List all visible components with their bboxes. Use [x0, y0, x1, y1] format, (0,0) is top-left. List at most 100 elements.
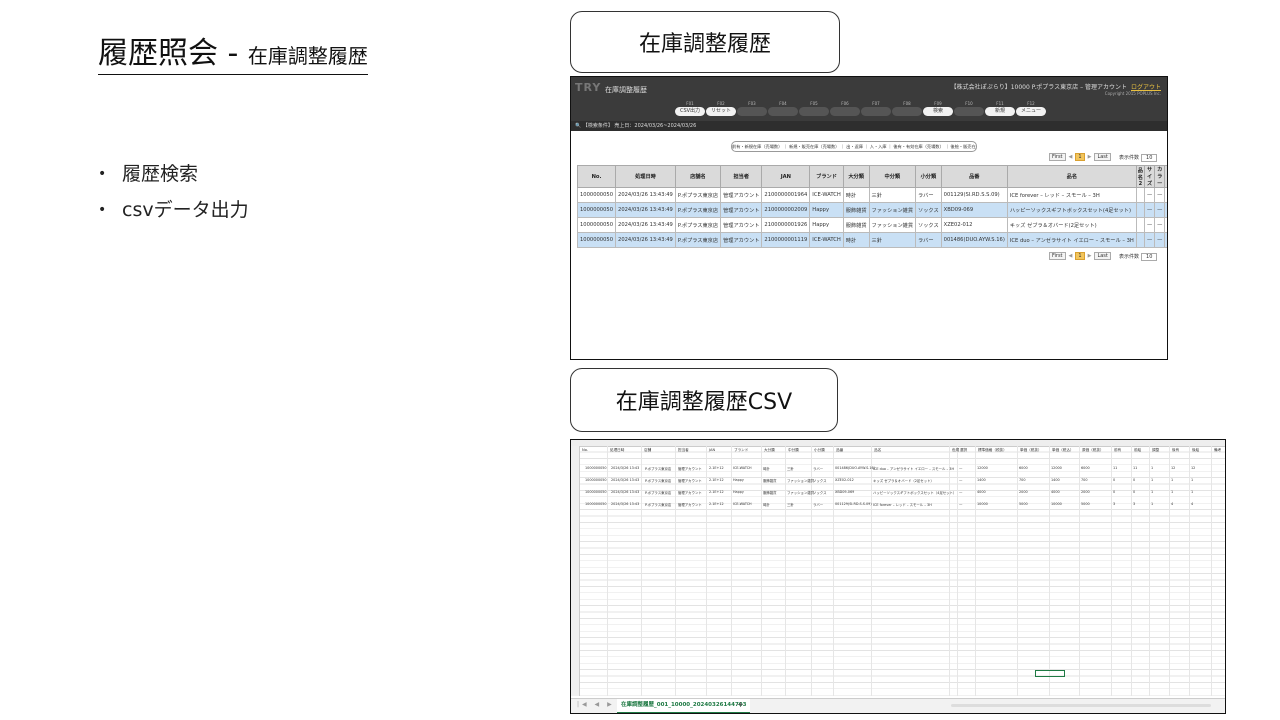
- sheet-header-cell[interactable]: 小分類: [814, 448, 825, 453]
- sheet-header-cell[interactable]: No.: [582, 448, 588, 452]
- sheet-cell[interactable]: 2.1E+12: [709, 466, 724, 470]
- sheet-cell[interactable]: ICE-WATCH: [733, 502, 752, 506]
- fkey-5[interactable]: F05: [799, 100, 829, 116]
- page-size-select[interactable]: 10: [1141, 154, 1158, 162]
- sheet-cell[interactable]: ソックス: [813, 490, 826, 495]
- page-size-select[interactable]: 10: [1141, 253, 1158, 261]
- sheet-cell[interactable]: 0: [1133, 490, 1135, 494]
- sheet-cell[interactable]: ファッション雑貨: [787, 490, 814, 495]
- fkey-button[interactable]: [861, 107, 891, 116]
- fkey-button[interactable]: [799, 107, 829, 116]
- sheet-tab[interactable]: 在庫調整履歴_001_10000_20240326144703: [617, 699, 751, 713]
- table-row[interactable]: 1000000050 2024/03/26 13:43:49 P.ポプラス東京店 管理…: [576, 187, 1167, 203]
- fkey-10[interactable]: F10: [954, 100, 984, 116]
- sheet-cell[interactable]: 1: [1151, 502, 1153, 506]
- sheet-cell[interactable]: 服飾雑貨: [763, 478, 777, 483]
- sheet-cell[interactable]: 2024/3/26 13:43: [611, 466, 639, 470]
- column-header[interactable]: 小分類: [915, 165, 942, 188]
- sheet-cell[interactable]: 管理アカウント: [678, 502, 702, 507]
- sheet-cell[interactable]: P.ポプラス東京店: [645, 502, 671, 507]
- sheet-cell[interactable]: 1: [1151, 490, 1153, 494]
- next-arrow-icon[interactable]: ▶: [1088, 154, 1092, 160]
- sheet-cell[interactable]: 6000: [1081, 466, 1090, 470]
- fkey-6[interactable]: F06: [830, 100, 860, 116]
- sheet-cell[interactable]: 時計: [763, 466, 770, 471]
- fkey-button[interactable]: [737, 107, 767, 116]
- sheet-header-cell[interactable]: 担当者: [678, 448, 689, 453]
- sheet-cell[interactable]: —: [959, 502, 962, 506]
- next-arrow-icon[interactable]: ▶: [1088, 253, 1092, 259]
- last-page-button[interactable]: Last: [1094, 252, 1111, 260]
- sheet-cell[interactable]: 管理アカウント: [678, 490, 702, 495]
- column-header[interactable]: 中分類: [868, 165, 917, 188]
- sheet-cell[interactable]: 1000000050: [585, 502, 607, 506]
- sheet-cell[interactable]: 12: [1171, 466, 1175, 470]
- sheet-cell[interactable]: 1: [1171, 478, 1173, 482]
- fkey-9[interactable]: F09 検索: [923, 100, 953, 116]
- table-row[interactable]: 1000000050 2024/03/26 13:43:49 P.ポプラス東京店 管理…: [576, 232, 1167, 248]
- sheet-cell[interactable]: 0: [1113, 490, 1115, 494]
- fkey-button[interactable]: [830, 107, 860, 116]
- logout-link[interactable]: ログアウト: [1131, 84, 1161, 91]
- sheet-cell[interactable]: 0: [1113, 478, 1115, 482]
- sheet-cell[interactable]: 1: [1171, 490, 1173, 494]
- fkey-button[interactable]: リセット: [706, 107, 736, 116]
- sheet-header-cell[interactable]: 前有: [1114, 448, 1121, 453]
- sheet-cell[interactable]: 6000: [1019, 466, 1028, 470]
- sheet-cell[interactable]: XBD09-069: [835, 490, 854, 494]
- sheet-cell[interactable]: P.ポプラス東京店: [645, 466, 671, 471]
- sheet-cell[interactable]: 001129(SI.RD.S.S.09): [835, 502, 872, 506]
- column-header[interactable]: 品名2: [1135, 165, 1145, 188]
- sheet-cell[interactable]: —: [959, 466, 962, 470]
- column-header[interactable]: 品名: [1006, 165, 1137, 188]
- table-row[interactable]: 1000000050 2024/03/26 13:43:49 P.ポプラス東京店 管理…: [576, 202, 1167, 218]
- sheet-cell[interactable]: 11: [1133, 466, 1137, 470]
- sheet-cell[interactable]: 10000: [1051, 502, 1062, 506]
- column-header[interactable]: カラー: [1154, 165, 1166, 188]
- cell-grid[interactable]: [571, 446, 1225, 696]
- column-header[interactable]: JAN: [761, 165, 811, 188]
- sheet-cell[interactable]: 管理アカウント: [678, 478, 702, 483]
- sheet-header-cell[interactable]: 前絵: [1134, 448, 1141, 453]
- sheet-cell[interactable]: ICE forever – レッド – スモール – 3H: [873, 502, 932, 507]
- sheet-cell[interactable]: 5000: [1019, 502, 1028, 506]
- sheet-cell[interactable]: 1000000050: [585, 466, 607, 470]
- sheet-header-cell[interactable]: 単価（税込）: [1052, 448, 1074, 453]
- sheet-cell[interactable]: 2024/3/26 13:43: [611, 502, 639, 506]
- prev-arrow-icon[interactable]: ◀: [1069, 253, 1073, 259]
- sheet-header-cell[interactable]: 調整: [1152, 448, 1159, 453]
- fkey-8[interactable]: F08: [892, 100, 922, 116]
- fkey-3[interactable]: F03: [737, 100, 767, 116]
- sheet-cell[interactable]: 4000: [1051, 490, 1060, 494]
- sheet-cell[interactable]: ソックス: [813, 478, 826, 483]
- sheet-cell[interactable]: 1000000050: [585, 490, 607, 494]
- column-header[interactable]: No.: [576, 165, 617, 188]
- sheet-header-cell[interactable]: 標準価格（税抜）: [978, 448, 1007, 453]
- sheet-cell[interactable]: ラバー: [813, 502, 823, 507]
- sheet-cell[interactable]: 3: [1113, 502, 1115, 506]
- sheet-cell[interactable]: 4: [1191, 502, 1193, 506]
- sheet-cell[interactable]: 11: [1113, 466, 1117, 470]
- sheet-cell[interactable]: —: [959, 490, 962, 494]
- sheet-cell[interactable]: 1400: [977, 478, 986, 482]
- fkey-button[interactable]: [954, 107, 984, 116]
- sheet-cell[interactable]: P.ポプラス東京店: [645, 478, 671, 483]
- sheet-cell[interactable]: ファッション雑貨: [787, 478, 814, 483]
- sheet-header-cell[interactable]: 選択: [960, 448, 967, 453]
- sheet-cell[interactable]: 時計: [763, 502, 770, 507]
- sheet-cell[interactable]: 1400: [1051, 478, 1060, 482]
- fkey-button[interactable]: 新規: [985, 107, 1015, 116]
- first-page-button[interactable]: First: [1049, 252, 1066, 260]
- add-sheet-icon[interactable]: +: [737, 700, 744, 709]
- sheet-cell[interactable]: 1: [1151, 466, 1153, 470]
- fkey-2[interactable]: F02 リセット: [706, 100, 736, 116]
- sheet-cell[interactable]: 2.1E+12: [709, 490, 724, 494]
- sheet-cell[interactable]: 三針: [787, 502, 794, 507]
- sheet-cell[interactable]: 10000: [977, 502, 988, 506]
- current-page[interactable]: 1: [1075, 252, 1085, 260]
- sheet-cell[interactable]: 5000: [1081, 502, 1090, 506]
- column-header[interactable]: 担当者: [720, 165, 763, 188]
- column-header[interactable]: 店舗名: [674, 165, 722, 188]
- sheet-cell[interactable]: ラバー: [813, 466, 823, 471]
- fkey-1[interactable]: F01 CSV出力: [675, 100, 705, 116]
